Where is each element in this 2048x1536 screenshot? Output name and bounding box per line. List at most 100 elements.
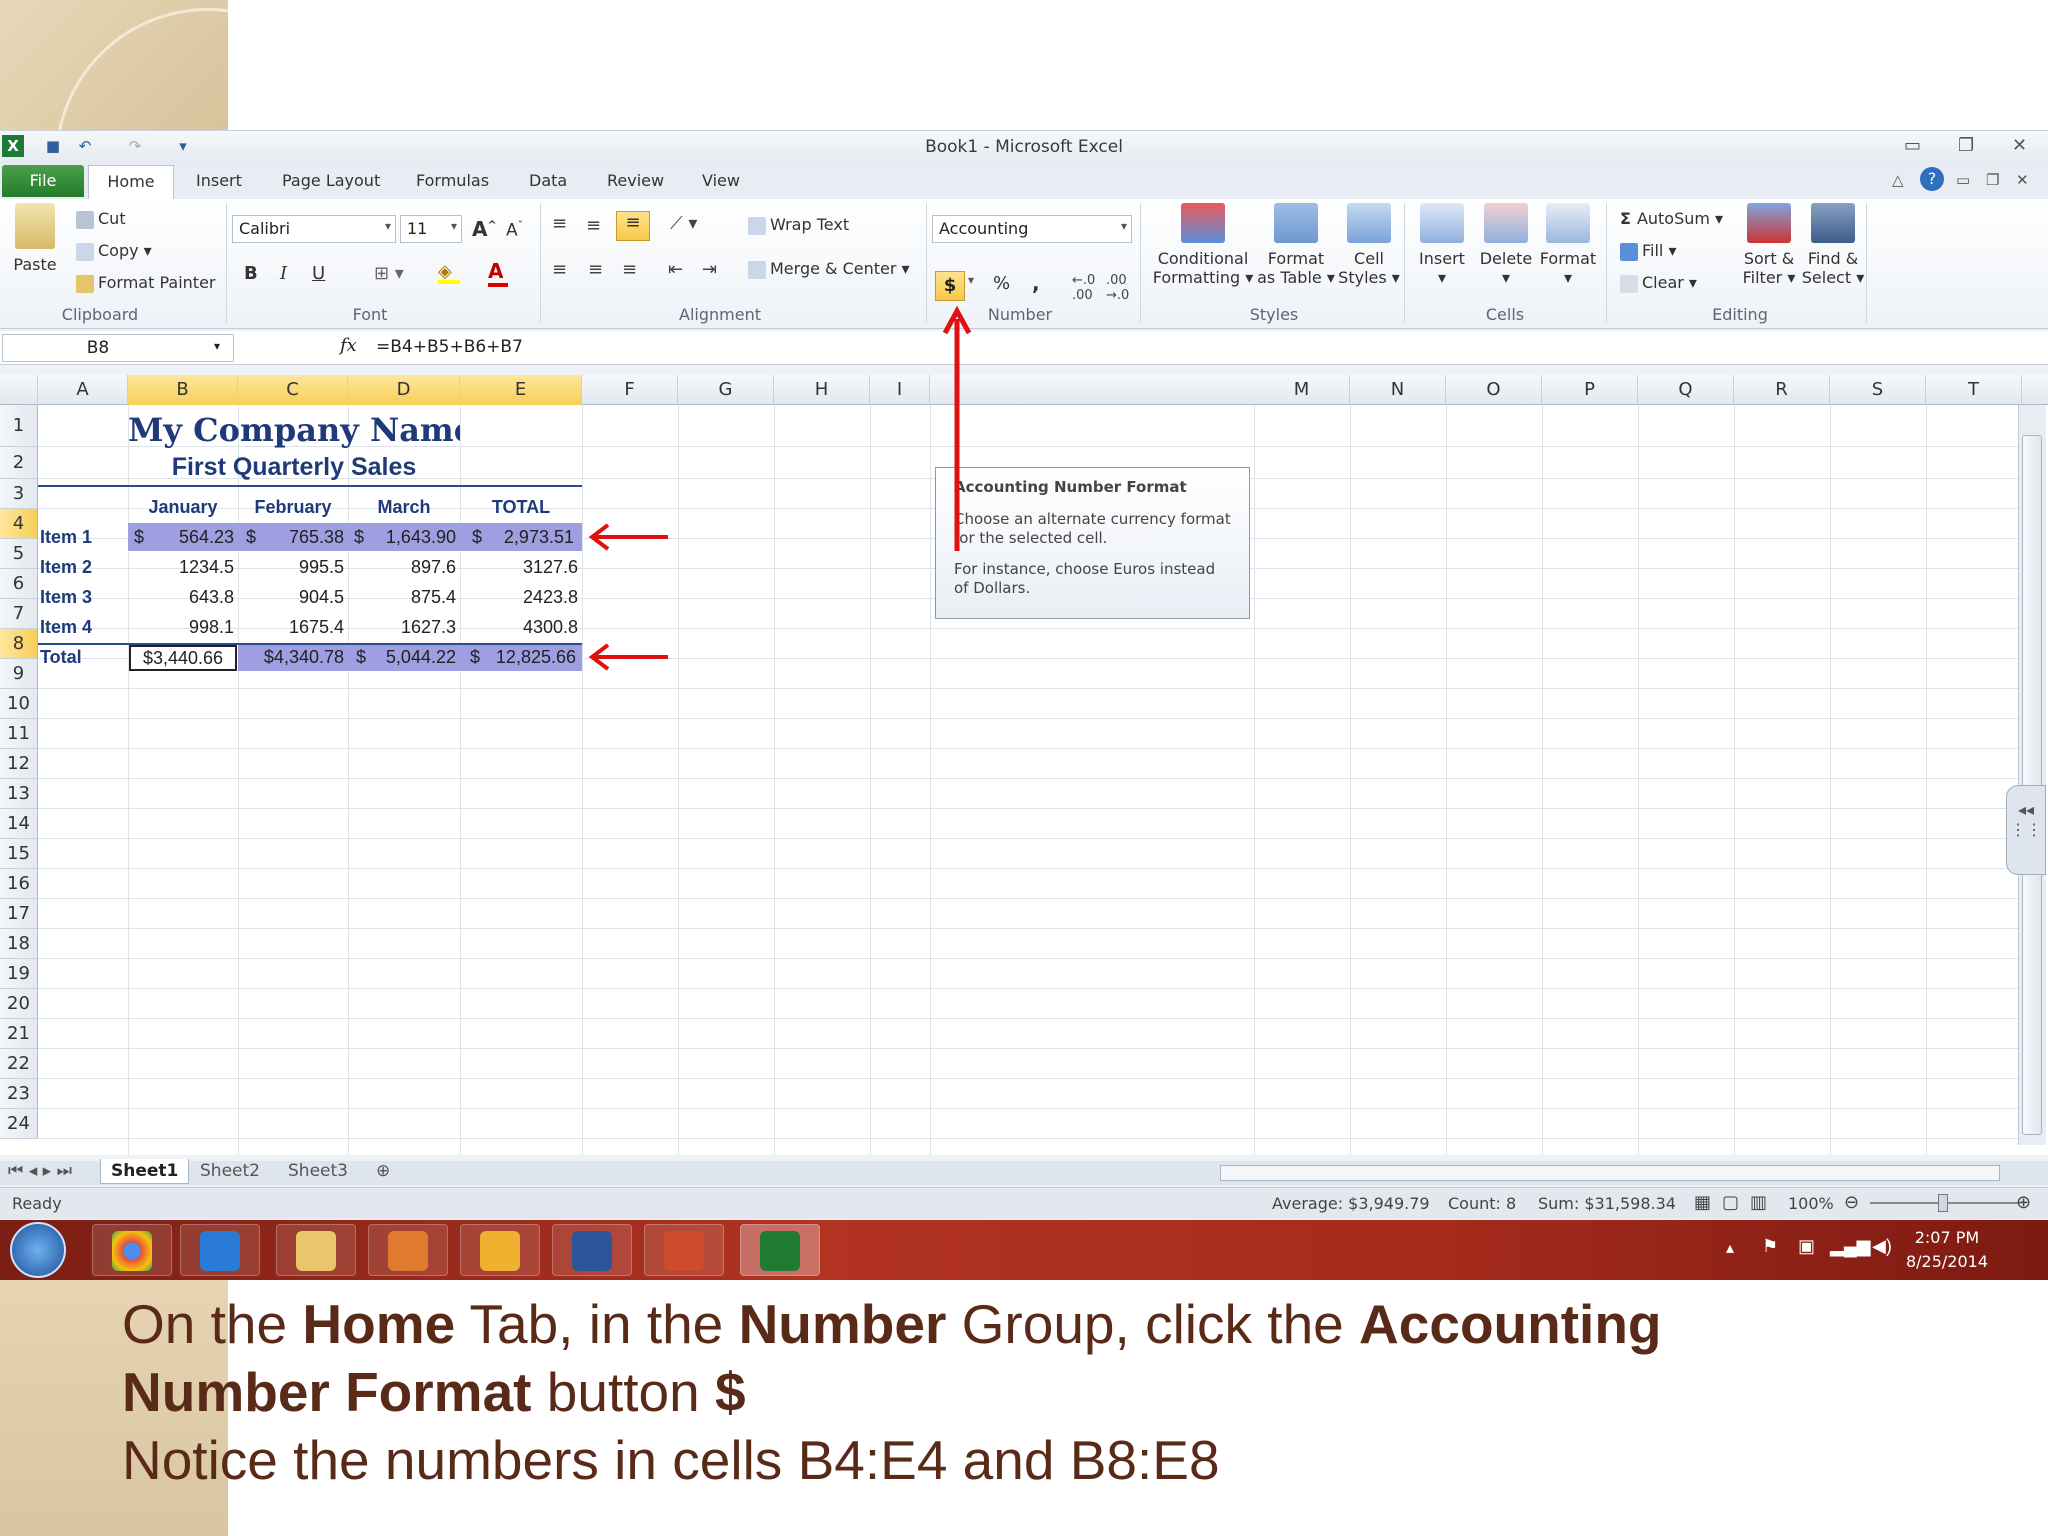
column-header[interactable]: M [1254,375,1350,405]
workbook-restore-icon[interactable]: ❐ [1986,171,1999,189]
find-select-button[interactable]: Find & Select ▾ [1798,203,1868,287]
media-player-icon[interactable] [368,1224,448,1276]
row-header[interactable]: 15 [0,839,38,869]
column-header[interactable]: P [1542,375,1638,405]
excel-taskbar-icon[interactable] [740,1224,820,1276]
row-label[interactable]: Item 2 [40,557,92,578]
sheet-tab-3[interactable]: Sheet3 [280,1161,356,1181]
page-layout-view-icon[interactable]: ▢ [1722,1192,1739,1213]
volume-icon[interactable]: ◀) [1872,1236,1892,1257]
cell-b5[interactable]: 1234.5 [128,557,234,578]
row-header[interactable]: 1 [0,405,38,447]
row-header[interactable]: 12 [0,749,38,779]
row-header[interactable]: 14 [0,809,38,839]
outlook-icon[interactable] [460,1224,540,1276]
decrease-decimal-icon[interactable]: .00 →.0 [1106,273,1129,303]
column-header[interactable]: F [582,375,678,405]
row-header[interactable]: 16 [0,869,38,899]
borders-icon[interactable]: ⊞ ▾ [374,263,404,284]
name-box[interactable]: B8 [2,334,234,362]
sheet-title[interactable]: My Company Name [128,411,460,449]
row-header[interactable]: 2 [0,447,38,479]
format-as-table-button[interactable]: Format as Table ▾ [1254,203,1338,287]
column-header[interactable]: G [678,375,774,405]
cell-e5[interactable]: 3127.6 [460,557,578,578]
cell-e6[interactable]: 2423.8 [460,587,578,608]
row-header[interactable]: 19 [0,959,38,989]
align-right-icon[interactable]: ≡ [622,259,637,280]
side-panel-tab[interactable]: ◂◂ ⋮⋮ [2006,785,2046,875]
action-center-flag-icon[interactable]: ⚑ [1762,1236,1778,1257]
font-name-select[interactable]: Calibri [232,215,396,243]
delete-cells-button[interactable]: Delete ▾ [1474,203,1538,287]
start-button-icon[interactable] [10,1222,66,1278]
sort-filter-button[interactable]: Sort & Filter ▾ [1736,203,1802,287]
clear-button[interactable]: Clear ▾ [1620,273,1697,293]
cell-e4[interactable]: 2,973.51 [488,527,574,548]
increase-indent-icon[interactable]: ⇥ [702,259,717,280]
column-header[interactable]: S [1830,375,1926,405]
fill-color-icon[interactable]: ◈ [438,261,460,284]
column-header[interactable]: N [1350,375,1446,405]
italic-button[interactable]: I [280,263,287,284]
row-header[interactable]: 18 [0,929,38,959]
percent-style-button[interactable]: % [993,273,1010,294]
sheet-tab-2[interactable]: Sheet2 [192,1161,268,1181]
column-header[interactable]: C [238,375,348,405]
paste-button[interactable]: Paste [10,203,60,274]
sheet-nav-icon[interactable]: ⏮ ◂ ▸ ⏭ [8,1161,72,1181]
align-top-icon[interactable]: ≡ [552,213,567,234]
tab-home[interactable]: Home [88,165,174,199]
cell-e7[interactable]: 4300.8 [460,617,578,638]
row-header[interactable]: 20 [0,989,38,1019]
shrink-font-icon[interactable]: Aˇ [506,219,523,241]
font-size-select[interactable]: 11 [400,215,462,243]
row-header[interactable]: 7 [0,599,38,629]
cell-b6[interactable]: 643.8 [128,587,234,608]
wrap-text-button[interactable]: Wrap Text [748,215,849,235]
name-box-dropdown-icon[interactable]: ▾ [214,339,220,353]
row-header[interactable]: 17 [0,899,38,929]
formula-input[interactable]: =B4+B5+B6+B7 [376,337,523,357]
increase-decimal-icon[interactable]: ←.0.00 [1072,273,1095,303]
workbook-minimize-icon[interactable]: ▭ [1956,171,1970,189]
insert-sheet-icon[interactable]: ⊕ [376,1161,390,1181]
network-icon[interactable]: ▂▄▆ [1830,1236,1870,1257]
fill-button[interactable]: Fill ▾ [1620,241,1677,261]
column-header[interactable]: A [38,375,128,405]
column-header[interactable]: Q [1638,375,1734,405]
minimize-ribbon-icon[interactable]: △ [1892,171,1904,189]
zoom-in-icon[interactable]: ⊕ [2016,1192,2031,1213]
cell-styles-button[interactable]: Cell Styles ▾ [1334,203,1404,287]
row-header[interactable]: 6 [0,569,38,599]
tab-insert[interactable]: Insert [196,171,242,190]
vertical-scrollbar[interactable] [2018,405,2046,1145]
sheet-tab-1[interactable]: Sheet1 [100,1159,190,1184]
taskbar-clock[interactable]: 2:07 PM 8/25/2014 [1906,1226,1988,1274]
accounting-dropdown-icon[interactable]: ▾ [968,273,974,287]
cell-d5[interactable]: 897.6 [348,557,456,578]
row-label[interactable]: Total [40,647,82,668]
zoom-level[interactable]: 100% [1788,1194,1834,1213]
underline-button[interactable]: U [312,263,325,284]
bold-button[interactable]: B [244,263,258,284]
align-left-icon[interactable]: ≡ [552,259,567,280]
tray-arrow-icon[interactable]: ▴ [1726,1238,1734,1258]
format-painter-button[interactable]: Format Painter [76,273,215,293]
row-header[interactable]: 9 [0,659,38,689]
row-header[interactable]: 4 [0,509,38,539]
device-icon[interactable]: ▣ [1798,1236,1815,1257]
tab-page-layout[interactable]: Page Layout [282,171,380,190]
align-bottom-icon[interactable]: ≡ [616,211,650,241]
cell-c4[interactable]: 765.38 [262,527,344,548]
column-header[interactable]: O [1446,375,1542,405]
format-cells-button[interactable]: Format ▾ [1536,203,1600,287]
row-header[interactable]: 3 [0,479,38,509]
accounting-number-format-button[interactable]: $ [935,271,965,301]
minimize-icon[interactable]: ▭ [1904,135,1921,156]
number-format-select[interactable]: Accounting [932,215,1132,243]
font-color-icon[interactable]: A [488,259,508,287]
powerpoint-icon[interactable] [644,1224,724,1276]
autosum-button[interactable]: Σ AutoSum ▾ [1620,209,1723,228]
tab-review[interactable]: Review [607,171,664,190]
